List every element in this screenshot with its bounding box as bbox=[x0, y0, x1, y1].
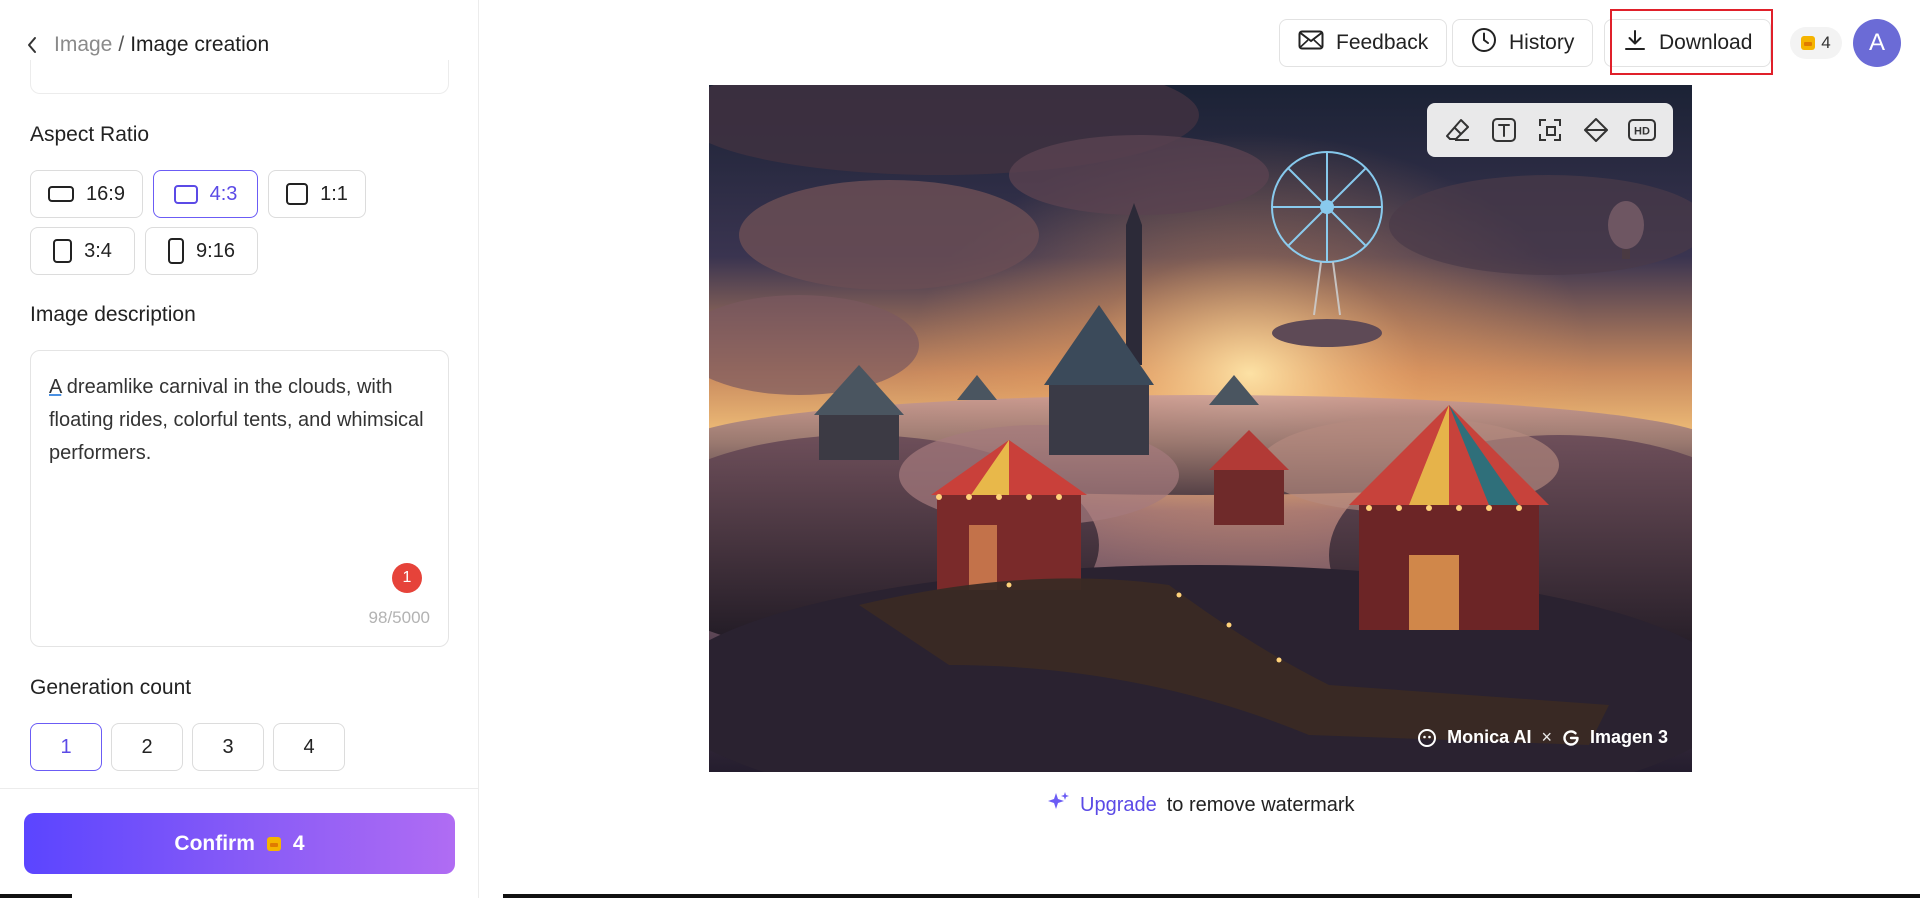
ratio-option-16-9[interactable]: 16:9 bbox=[30, 170, 143, 218]
ratio-option-9-16[interactable]: 9:16 bbox=[145, 227, 258, 275]
square-ratio-icon bbox=[286, 183, 309, 205]
sidebar: Image / Image creation Aspect Ratio 16:9… bbox=[0, 0, 479, 898]
ratio-label: 9:16 bbox=[196, 239, 235, 262]
ratio-label: 1:1 bbox=[320, 182, 348, 205]
erase-fill-icon[interactable] bbox=[1579, 113, 1613, 147]
ratio-option-3-4[interactable]: 3:4 bbox=[30, 227, 135, 275]
breadcrumb-separator: / bbox=[118, 33, 125, 56]
history-label: History bbox=[1509, 31, 1575, 54]
portrait-ratio-icon bbox=[168, 238, 185, 264]
clock-icon bbox=[1471, 27, 1497, 59]
ratio-label: 4:3 bbox=[209, 182, 238, 205]
generation-count-3[interactable]: 3 bbox=[192, 723, 264, 771]
char-counter: 98/5000 bbox=[368, 608, 430, 627]
breadcrumb: Image / Image creation bbox=[26, 30, 269, 60]
image-tools-toolbar: HD bbox=[1427, 103, 1673, 157]
watermark: Monica AI × Imagen 3 bbox=[1417, 727, 1668, 748]
spellcheck-word: A bbox=[49, 376, 62, 398]
generated-image[interactable]: HD Monica AI × Imagen 3 bbox=[709, 85, 1692, 772]
google-g-icon bbox=[1562, 729, 1580, 747]
upgrade-text: to remove watermark bbox=[1166, 793, 1355, 816]
confirm-label: Confirm bbox=[174, 831, 255, 855]
confirm-cost: 4 bbox=[292, 831, 305, 855]
prompt-settings-card-bottom bbox=[30, 60, 449, 94]
sparkle-icon bbox=[1046, 790, 1070, 820]
watermark-separator: × bbox=[1541, 727, 1552, 747]
breadcrumb-parent-link[interactable]: Image bbox=[54, 33, 112, 57]
portrait-ratio-icon bbox=[53, 239, 73, 263]
ratio-option-1-1[interactable]: 1:1 bbox=[268, 170, 366, 218]
eraser-icon[interactable] bbox=[1441, 113, 1475, 147]
credits-count: 4 bbox=[1821, 33, 1831, 52]
issue-count-badge[interactable]: 1 bbox=[392, 563, 422, 593]
footer-divider bbox=[0, 788, 478, 789]
history-button[interactable]: History bbox=[1452, 19, 1594, 67]
generation-count-2[interactable]: 2 bbox=[111, 723, 183, 771]
bottom-edge-bar bbox=[503, 894, 1920, 898]
confirm-button[interactable]: Confirm 4 bbox=[24, 813, 455, 874]
feedback-button[interactable]: Feedback bbox=[1279, 19, 1448, 67]
feedback-label: Feedback bbox=[1336, 31, 1429, 54]
image-description-text: A dreamlike carnival in the clouds, with… bbox=[49, 371, 430, 470]
upgrade-link[interactable]: Upgrade bbox=[1080, 794, 1157, 817]
image-description-title: Image description bbox=[30, 303, 196, 326]
text-icon[interactable] bbox=[1487, 113, 1521, 147]
credit-icon bbox=[266, 836, 281, 851]
ratio-label: 16:9 bbox=[86, 182, 125, 205]
hd-label: HD bbox=[1634, 126, 1650, 138]
hd-icon[interactable]: HD bbox=[1625, 113, 1659, 147]
watermark-model: Imagen 3 bbox=[1589, 727, 1668, 747]
watermark-brand: Monica AI bbox=[1447, 727, 1532, 747]
monica-logo-icon bbox=[1417, 728, 1437, 748]
ratio-option-4-3[interactable]: 4:3 bbox=[153, 170, 258, 218]
description-body: dreamlike carnival in the clouds, with f… bbox=[49, 376, 424, 464]
avatar[interactable]: A bbox=[1853, 19, 1901, 67]
image-description-textarea[interactable]: A dreamlike carnival in the clouds, with… bbox=[30, 350, 449, 647]
credit-icon bbox=[1801, 36, 1816, 50]
upgrade-notice: Upgrade to remove watermark bbox=[1046, 790, 1355, 820]
aspect-ratio-title: Aspect Ratio bbox=[30, 123, 150, 146]
download-highlight-box bbox=[1610, 9, 1773, 75]
credits-badge[interactable]: 4 bbox=[1790, 27, 1842, 59]
crop-icon[interactable] bbox=[1533, 113, 1567, 147]
landscape-ratio-icon bbox=[48, 186, 75, 202]
chevron-left-icon[interactable] bbox=[26, 34, 40, 56]
landscape-ratio-icon bbox=[173, 184, 198, 204]
carnival-illustration bbox=[709, 85, 1692, 772]
mail-icon bbox=[1298, 30, 1324, 56]
bottom-edge-bar-left bbox=[0, 894, 72, 898]
breadcrumb-current: Image creation bbox=[130, 33, 270, 56]
ratio-label: 3:4 bbox=[84, 239, 112, 262]
generation-count-1[interactable]: 1 bbox=[30, 723, 102, 771]
generation-count-title: Generation count bbox=[30, 676, 192, 699]
generation-count-4[interactable]: 4 bbox=[273, 723, 345, 771]
